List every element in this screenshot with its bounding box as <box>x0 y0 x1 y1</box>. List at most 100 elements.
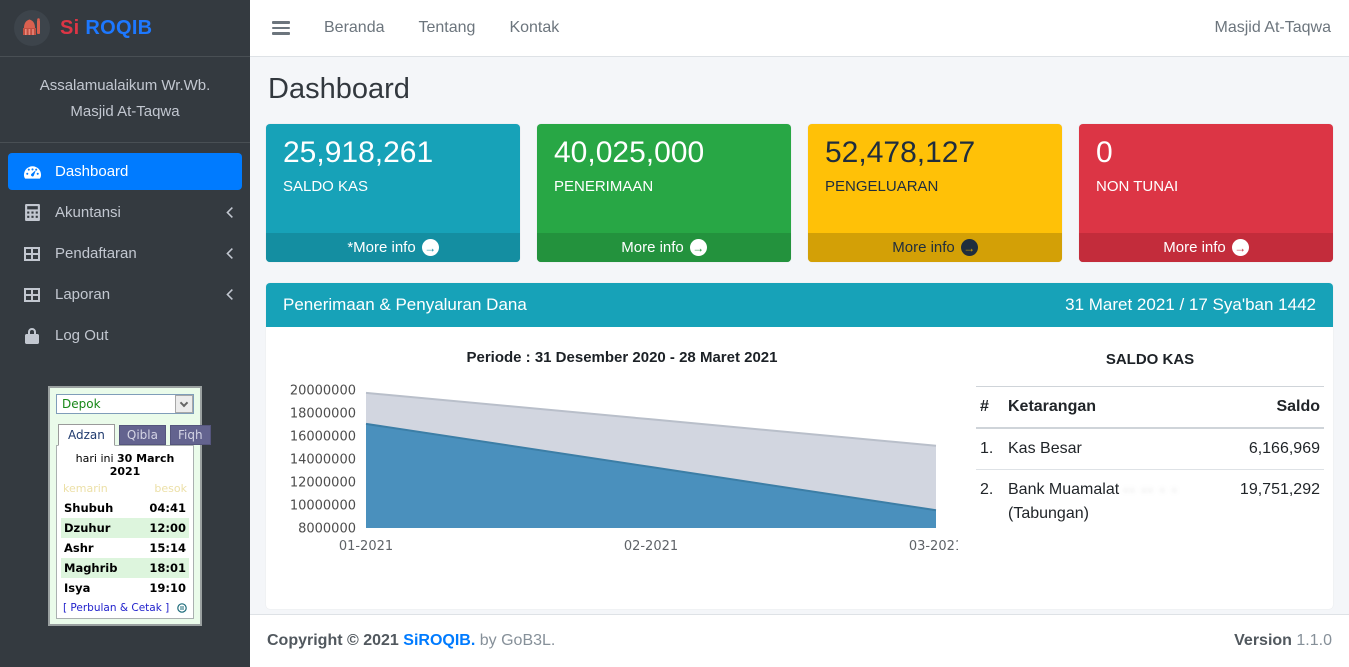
infobox-value: 52,478,127 <box>825 136 1045 170</box>
mosque-icon <box>14 10 50 46</box>
infobox-label: PENGELUARAN <box>825 178 1045 195</box>
hamburger-menu-icon[interactable] <box>272 21 290 35</box>
sidebar-item-label: Akuntansi <box>55 204 224 221</box>
infobox-body: 52,478,127 PENGELUARAN <box>808 124 1062 233</box>
perbulan-cetak-link[interactable]: [ Perbulan & Cetak ] <box>63 602 169 614</box>
x-tick-label: 03-2021 <box>909 539 958 554</box>
prev-day-link[interactable]: kemarin <box>63 482 108 495</box>
sidebar-item-label: Pendaftaran <box>55 245 224 262</box>
x-tick-label: 01-2021 <box>339 539 393 554</box>
chart-title: Periode : 31 Desember 2020 - 28 Maret 20… <box>286 349 958 366</box>
version-text: Version 1.1.0 <box>1234 632 1332 650</box>
copyright-year: Copyright © 2021 <box>267 632 399 649</box>
col-saldo: Saldo <box>1218 387 1324 429</box>
prayer-times-widget: Depok Adzan Qibla Fiqh hari ini 30 March… <box>48 386 202 626</box>
chevron-left-icon <box>224 248 233 259</box>
prayer-widget-footer: [ Perbulan & Cetak ] <box>61 598 189 616</box>
prayer-city-select[interactable]: Depok <box>56 394 194 414</box>
tab-adzan[interactable]: Adzan <box>58 424 115 446</box>
more-info-link[interactable]: More info <box>1079 233 1333 262</box>
infobox-label: SALDO KAS <box>283 178 503 195</box>
brand[interactable]: Si ROQIB <box>0 0 250 57</box>
chevron-down-icon <box>180 398 188 406</box>
nav-link-beranda[interactable]: Beranda <box>324 19 385 37</box>
page-title: Dashboard <box>268 73 1333 106</box>
sidebar-item-label: Log Out <box>55 327 233 344</box>
sidebar: Si ROQIB Assalamualaikum Wr.Wb. Masjid A… <box>0 0 250 667</box>
more-info-link[interactable]: More info <box>808 233 1062 262</box>
prayer-city-value: Depok <box>62 397 101 411</box>
row-ketarangan: Kas Besar <box>1004 428 1218 470</box>
infobox-saldo-kas: 25,918,261 SALDO KAS *More info <box>266 124 520 262</box>
prayer-date-value: 30 March 2021 <box>110 452 175 478</box>
account-name-line2: (Tabungan) <box>1008 505 1214 523</box>
redacted-account-number: ·· ·· · · <box>1124 482 1179 497</box>
saldo-table-row: 2.Bank Muamalat ·· ·· · ·(Tabungan)19,75… <box>976 470 1324 535</box>
version-number: 1.1.0 <box>1296 632 1332 649</box>
infobox-body: 0NON TUNAI <box>1079 124 1333 233</box>
more-info-label: More info <box>892 239 955 256</box>
table-icon <box>17 288 47 302</box>
chart-column: Periode : 31 Desember 2020 - 28 Maret 20… <box>272 347 968 583</box>
sidebar-greeting: Assalamualaikum Wr.Wb. Masjid At-Taqwa <box>0 57 250 143</box>
prayer-time: 04:41 <box>149 501 186 515</box>
infobox-penerimaan: 40,025,000 PENERIMAAN More info <box>537 124 791 262</box>
infobox-value: 40,025,000 <box>554 136 774 170</box>
chevron-left-icon <box>224 207 233 218</box>
tab-qibla[interactable]: Qibla <box>119 425 166 445</box>
calculator-icon <box>17 204 47 221</box>
brand-text: Si ROQIB <box>60 17 152 40</box>
nav-link-kontak[interactable]: Kontak <box>509 19 559 37</box>
y-tick-label: 12000000 <box>290 476 356 491</box>
prayer-rows: Shubuh04:41Dzuhur12:00Ashr15:14Maghrib18… <box>61 498 189 598</box>
sidebar-item-dashboard[interactable]: Dashboard <box>8 153 242 190</box>
prayer-tabs: Adzan Qibla Fiqh <box>58 423 194 445</box>
infobox-value: 0 <box>1096 136 1316 170</box>
row-saldo: 19,751,292 <box>1218 470 1324 535</box>
nav-link-tentang[interactable]: Tentang <box>419 19 476 37</box>
sidebar-item-akuntansi[interactable]: Akuntansi <box>8 194 242 231</box>
table-icon <box>17 247 47 261</box>
sidebar-item-laporan[interactable]: Laporan <box>8 276 242 313</box>
widget-badge-icon <box>177 603 187 613</box>
more-info-label: *More info <box>347 239 415 256</box>
y-tick-label: 8000000 <box>298 522 356 537</box>
prayer-date-prefix: hari ini <box>76 452 114 465</box>
greeting-line2: Masjid At-Taqwa <box>8 99 242 125</box>
infobox-pengeluaran: 52,478,127 PENGELUARAN More info <box>808 124 1062 262</box>
col-ketarangan: Ketarangan <box>1004 387 1218 429</box>
more-info-link[interactable]: *More info <box>266 233 520 262</box>
sidebar-item-pendaftaran[interactable]: Pendaftaran <box>8 235 242 272</box>
infobox-value: 25,918,261 <box>283 136 503 170</box>
chevron-left-icon <box>224 289 233 300</box>
main-area: Beranda Tentang Kontak Masjid At-Taqwa D… <box>250 0 1349 667</box>
x-tick-label: 02-2021 <box>624 539 678 554</box>
infobox-label: PENERIMAAN <box>554 178 774 195</box>
row-ketarangan: Bank Muamalat ·· ·· · ·(Tabungan) <box>1004 470 1218 535</box>
y-tick-label: 14000000 <box>290 453 356 468</box>
prayer-day-nav: kemarin besok <box>61 481 189 498</box>
saldo-table: # Ketarangan Saldo 1.Kas Besar6,166,9692… <box>976 386 1324 534</box>
prayer-time: 18:01 <box>149 561 186 575</box>
tab-fiqh[interactable]: Fiqh <box>170 425 211 445</box>
prayer-tab-content: hari ini 30 March 2021 kemarin besok Shu… <box>56 445 194 619</box>
greeting-line1: Assalamualaikum Wr.Wb. <box>8 73 242 99</box>
sidebar-item-label: Dashboard <box>55 163 233 180</box>
more-info-link[interactable]: More info <box>537 233 791 262</box>
prayer-row-isya: Isya19:10 <box>61 578 189 598</box>
arrow-circle-right-icon <box>422 239 439 256</box>
area-chart: 2000000018000000160000001400000012000000… <box>286 378 958 578</box>
prayer-row-ashr: Ashr15:14 <box>61 538 189 558</box>
prayer-time: 19:10 <box>149 581 186 595</box>
footer-brand-link[interactable]: SiROQIB. <box>403 632 475 649</box>
brand-si: Si <box>60 17 80 39</box>
select-dropdown-button[interactable] <box>175 395 193 413</box>
row-number: 2. <box>976 470 1004 535</box>
account-name: Kas Besar <box>1008 440 1082 457</box>
infobox-body: 40,025,000 PENERIMAAN <box>537 124 791 233</box>
info-boxes-row: 25,918,261 SALDO KAS *More info 40,025,000 P… <box>266 124 1333 262</box>
sidebar-item-log-out[interactable]: Log Out <box>8 317 242 354</box>
page-footer: Copyright © 2021 SiROQIB. by GoB3L. Vers… <box>250 614 1349 667</box>
next-day-link[interactable]: besok <box>154 482 187 495</box>
row-number: 1. <box>976 428 1004 470</box>
